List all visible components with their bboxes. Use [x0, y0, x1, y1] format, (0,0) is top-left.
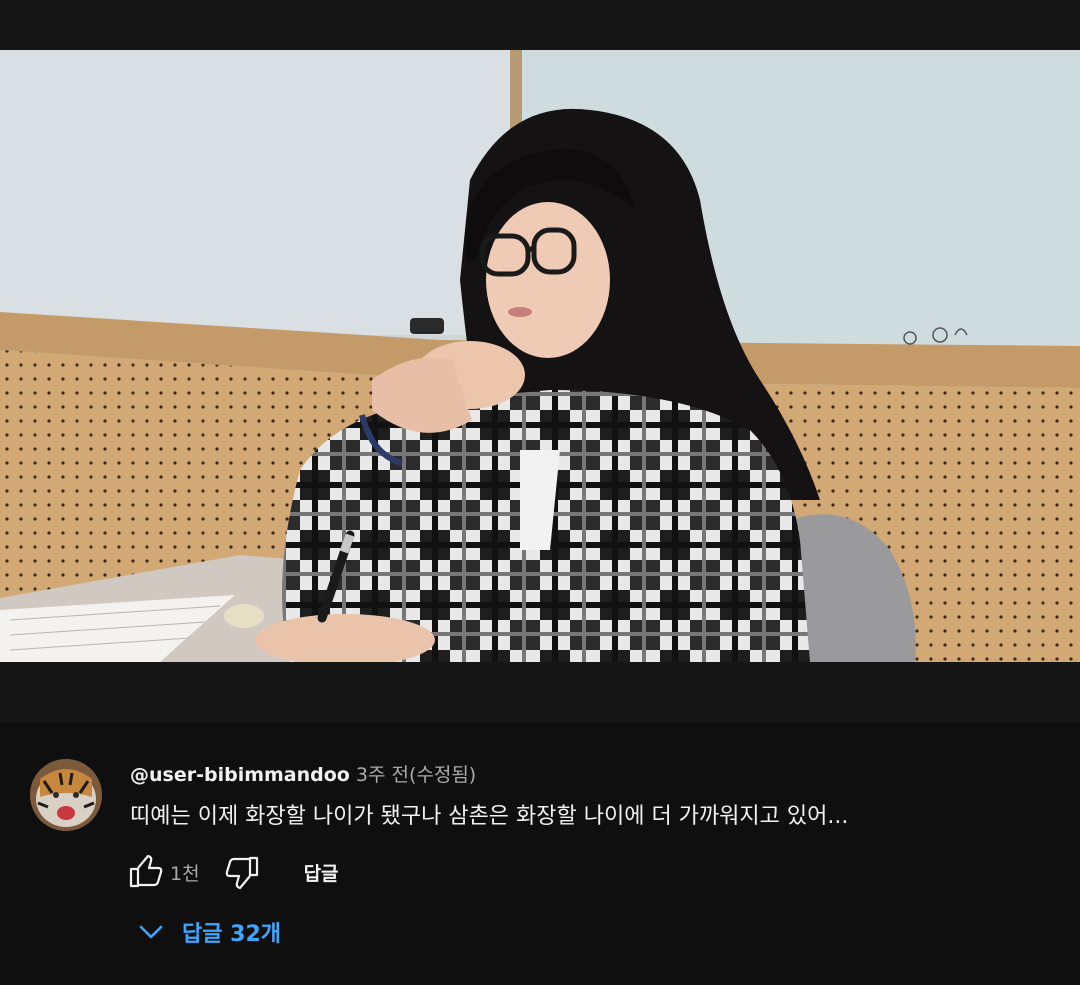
video-still-image [0, 50, 1080, 662]
comment-timestamp[interactable]: 3주 전(수정됨) [356, 764, 476, 786]
video-player[interactable] [0, 0, 1080, 722]
replies-count-label: 답글 32개 [182, 922, 281, 947]
tiger-avatar-icon [30, 759, 102, 831]
avatar[interactable] [30, 759, 102, 831]
comment-author[interactable]: @user-bibimmandoo [130, 764, 350, 786]
video-frame[interactable] [0, 50, 1080, 662]
dislike-button[interactable] [222, 852, 262, 892]
like-count: 1천 [170, 862, 200, 885]
chevron-down-icon [134, 915, 168, 949]
view-replies-button[interactable]: 답글 32개 [134, 910, 281, 954]
comment-header: @user-bibimmandoo 3주 전(수정됨) [130, 762, 476, 788]
reply-button[interactable]: 답글 [304, 859, 339, 886]
thumb-up-icon [129, 855, 163, 888]
comment-section: @user-bibimmandoo 3주 전(수정됨) 띠예는 이제 화장할 나이… [0, 722, 1080, 985]
like-button[interactable] [126, 852, 166, 892]
comment-toolbar: 1천 답글 [126, 852, 339, 892]
comment-body: 띠예는 이제 화장할 나이가 됐구나 삼촌은 화장할 나이에 더 가까워지고 있… [130, 804, 849, 829]
thumb-down-icon [225, 856, 258, 889]
